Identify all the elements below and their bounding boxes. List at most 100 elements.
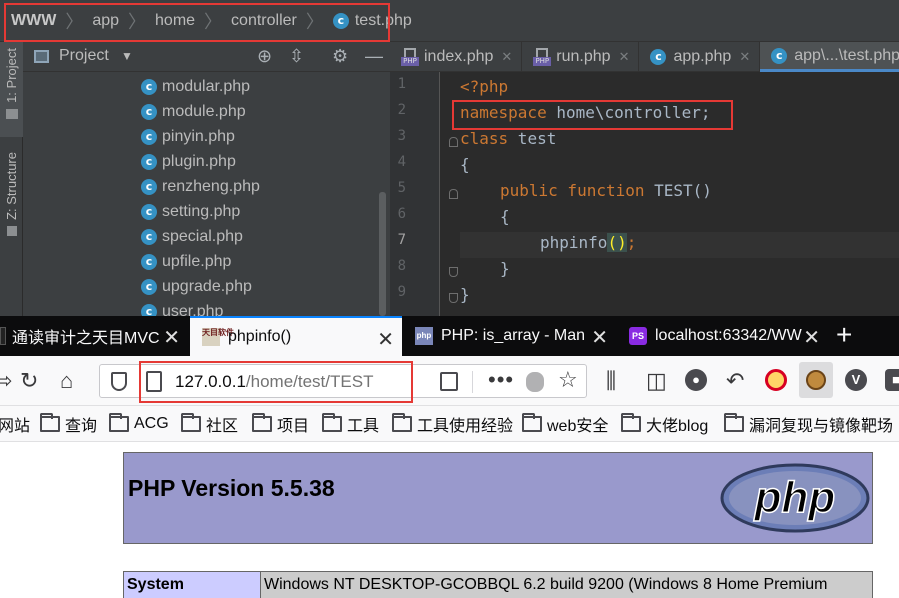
- file-item[interactable]: c module.php: [141, 99, 260, 124]
- blocked-extension-icon[interactable]: [765, 369, 787, 391]
- close-icon[interactable]: ✕: [591, 325, 608, 350]
- breadcrumb-controller[interactable]: controller: [231, 12, 297, 30]
- reload-icon[interactable]: ↻: [20, 368, 38, 394]
- undo-arrow-icon[interactable]: ↶: [726, 368, 744, 394]
- code-line-8: }: [500, 256, 510, 282]
- parens: (): [692, 181, 712, 200]
- file-item[interactable]: c setting.php: [141, 199, 260, 224]
- folder-icon: [109, 413, 129, 432]
- hide-panel-icon[interactable]: —: [365, 45, 383, 67]
- file-item[interactable]: c modular.php: [141, 74, 260, 99]
- folder-icon: [322, 413, 342, 432]
- cookie-extension-button[interactable]: [799, 362, 833, 398]
- breadcrumb-www[interactable]: WWW: [11, 12, 56, 30]
- bookmark-star-icon[interactable]: ☆: [558, 367, 578, 393]
- locate-target-icon[interactable]: ⊕: [257, 45, 272, 67]
- php-class-icon: c: [141, 178, 157, 195]
- side-tab-structure[interactable]: Z: Structure: [0, 152, 23, 252]
- tab-index-php[interactable]: PHP index.php ✕: [390, 42, 523, 72]
- browser-tab[interactable]: 通读审计之天目MVC ✕: [0, 316, 188, 356]
- line-number: 9: [397, 284, 406, 300]
- php-favicon: php: [415, 327, 433, 345]
- bookmark-folder[interactable]: 项目: [252, 413, 309, 435]
- code-line-5: public function TEST(): [500, 178, 712, 204]
- fold-marker-icon[interactable]: [449, 267, 458, 277]
- shield-icon[interactable]: [111, 372, 127, 391]
- tab-test-php[interactable]: c app\...\test.php: [760, 42, 899, 72]
- project-scrollbar[interactable]: [379, 192, 386, 316]
- breadcrumb-test-php[interactable]: test.php: [355, 12, 412, 30]
- browser-tab[interactable]: php PHP: is_array - Man ✕: [404, 316, 616, 356]
- bookmark-label: 查询: [65, 418, 98, 435]
- gear-icon[interactable]: ⚙: [332, 45, 348, 67]
- chevron-down-icon[interactable]: ▼: [121, 49, 133, 63]
- close-icon[interactable]: ✕: [619, 49, 630, 65]
- extension-icon[interactable]: ■: [885, 369, 899, 391]
- browser-tab[interactable]: PS localhost:63342/WW ✕: [618, 316, 828, 356]
- chevron-right-icon: 〉: [305, 12, 324, 32]
- fold-marker-icon[interactable]: [449, 189, 458, 199]
- file-item[interactable]: c pinyin.php: [141, 124, 260, 149]
- side-tab-project[interactable]: 1: Project: [0, 42, 23, 137]
- tab-app-php[interactable]: c app.php ✕: [639, 42, 761, 72]
- file-item[interactable]: c plugin.php: [141, 149, 260, 174]
- fold-marker-icon[interactable]: [449, 293, 458, 303]
- close-icon[interactable]: ✕: [501, 49, 512, 65]
- bookmark-folder[interactable]: 网站: [0, 414, 30, 435]
- bookmark-folder[interactable]: 漏洞复现与镜像靶场: [724, 413, 894, 435]
- bookmark-folder[interactable]: ACG: [109, 413, 169, 434]
- v-extension-icon[interactable]: V: [845, 369, 867, 391]
- php-file-icon: PHP: [533, 48, 552, 66]
- tab-label: index.php: [424, 48, 494, 65]
- bookmark-folder[interactable]: 社区: [181, 413, 238, 435]
- bookmark-folder[interactable]: 工具: [322, 413, 379, 435]
- new-tab-button[interactable]: +: [836, 320, 852, 350]
- ide-window: WWW 〉 app 〉 home 〉 controller 〉 c test.p…: [0, 0, 899, 316]
- project-panel: Project ▼ ⊕ ⇳ ⚙ — c modular.php c module.p…: [23, 42, 390, 316]
- file-item[interactable]: c renzheng.php: [141, 174, 260, 199]
- file-name: pinyin.php: [162, 127, 235, 145]
- bookmark-folder[interactable]: 工具使用经验: [392, 413, 513, 435]
- more-actions-icon[interactable]: •••: [488, 367, 514, 393]
- class-name: test: [508, 129, 557, 148]
- url-host: 127.0.0.1: [175, 372, 246, 391]
- bookmark-folder[interactable]: web安全: [522, 413, 608, 435]
- file-item[interactable]: c upgrade.php: [141, 274, 260, 299]
- chevron-right-icon: 〉: [65, 12, 84, 32]
- file-item[interactable]: c special.php: [141, 224, 260, 249]
- browser-tab-active[interactable]: 天目软件 phpinfo() ✕: [190, 316, 402, 356]
- url-text[interactable]: 127.0.0.1/home/test/TEST: [175, 372, 373, 392]
- account-icon[interactable]: ●: [685, 369, 707, 391]
- bookmark-label: 漏洞复现与镜像靶场: [749, 418, 894, 435]
- close-icon[interactable]: ✕: [163, 325, 180, 350]
- project-panel-title[interactable]: Project: [59, 47, 109, 65]
- folder-icon: [252, 413, 272, 432]
- php-class-icon: c: [332, 13, 349, 29]
- address-bar[interactable]: 127.0.0.1/home/test/TEST ••• ☆: [99, 364, 587, 398]
- forward-arrow-icon[interactable]: ⇨: [0, 368, 12, 394]
- breadcrumb-home[interactable]: home: [155, 12, 195, 30]
- collapse-all-icon[interactable]: ⇳: [289, 45, 304, 67]
- structure-icon: [6, 225, 17, 236]
- close-icon[interactable]: ✕: [803, 325, 820, 350]
- home-icon[interactable]: ⌂: [60, 368, 73, 394]
- extension-bug-icon[interactable]: [526, 372, 544, 392]
- file-item[interactable]: c user.php: [141, 299, 260, 316]
- sidebar-icon[interactable]: ◫: [646, 368, 667, 394]
- close-icon[interactable]: ✕: [739, 49, 750, 65]
- bookmark-folder[interactable]: 查询: [40, 413, 98, 435]
- file-name: module.php: [162, 102, 246, 120]
- bookmark-folder[interactable]: 大佬blog: [621, 413, 708, 435]
- chevron-right-icon: 〉: [128, 12, 147, 32]
- php-version-title: PHP Version 5.5.38: [128, 475, 335, 501]
- php-class-icon: c: [650, 49, 667, 65]
- tab-run-php[interactable]: PHP run.php ✕: [522, 42, 640, 72]
- fold-marker-icon[interactable]: [449, 137, 458, 147]
- file-item[interactable]: c upfile.php: [141, 249, 260, 274]
- reader-view-icon[interactable]: [440, 372, 458, 391]
- library-icon[interactable]: ⫼: [606, 368, 616, 394]
- code-area[interactable]: <?php namespace home\controller; class t…: [452, 72, 899, 316]
- breadcrumb-app[interactable]: app: [92, 12, 119, 30]
- close-icon[interactable]: ✕: [377, 327, 394, 352]
- page-info-icon[interactable]: [146, 371, 162, 392]
